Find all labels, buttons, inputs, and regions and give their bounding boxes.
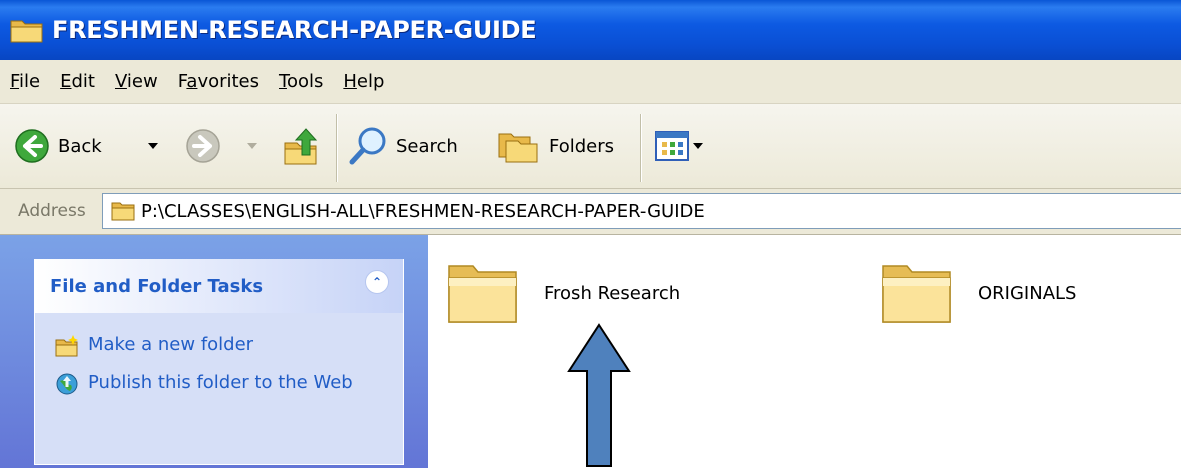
toolbar-separator — [640, 114, 642, 182]
address-bar: Address P:\CLASSES\ENGLISH-ALL\FRESHMEN-… — [0, 189, 1181, 235]
forward-button[interactable] — [185, 128, 221, 164]
folder-icon — [882, 265, 951, 323]
annotation-arrow-icon — [567, 323, 631, 467]
address-path: P:\CLASSES\ENGLISH-ALL\FRESHMEN-RESEARCH… — [141, 200, 705, 222]
menu-view[interactable]: View — [115, 71, 158, 92]
chevron-down-icon — [148, 143, 158, 149]
chevron-down-icon — [693, 143, 703, 149]
folder-frosh-research[interactable]: Frosh Research — [446, 260, 680, 326]
window-title: FRESHMEN-RESEARCH-PAPER-GUIDE — [52, 16, 537, 44]
back-label: Back — [58, 135, 102, 157]
title-bar[interactable]: FRESHMEN-RESEARCH-PAPER-GUIDE — [0, 0, 1181, 60]
task-panel-title: File and Folder Tasks — [50, 275, 264, 297]
menu-file[interactable]: File — [10, 71, 40, 92]
folder-icon — [448, 265, 517, 323]
search-icon — [349, 127, 386, 165]
publish-web-label: Publish this folder to the Web — [88, 372, 353, 393]
folders-icon — [498, 133, 538, 163]
folder-name: ORIGINALS — [978, 282, 1077, 304]
chevron-down-icon — [247, 143, 257, 149]
folder-name: Frosh Research — [544, 282, 681, 304]
toolbar-separator — [336, 114, 338, 182]
forward-dropdown[interactable] — [247, 143, 257, 149]
menu-edit[interactable]: Edit — [60, 71, 95, 92]
folder-icon — [111, 202, 135, 221]
menu-bar: File Edit View Favorites Tools Help — [0, 60, 1181, 104]
address-field[interactable]: P:\CLASSES\ENGLISH-ALL\FRESHMEN-RESEARCH… — [102, 193, 1181, 229]
menu-favorites[interactable]: Favorites — [178, 71, 259, 92]
toolbar: Back Search Folders — [0, 104, 1181, 189]
folders-button[interactable]: Folders — [497, 128, 614, 164]
folder-originals[interactable]: ORIGINALS — [880, 260, 1076, 326]
folders-label: Folders — [549, 135, 615, 157]
make-new-folder-link[interactable]: Make a new folder — [55, 334, 253, 358]
menu-tools[interactable]: Tools — [279, 71, 323, 92]
search-button[interactable]: Search — [348, 126, 458, 166]
back-button[interactable]: Back — [14, 128, 102, 164]
views-button[interactable] — [655, 131, 703, 161]
back-dropdown[interactable] — [148, 143, 158, 149]
publish-web-icon — [56, 373, 78, 395]
address-label: Address — [18, 201, 86, 221]
up-folder-icon — [284, 128, 318, 165]
task-panel-header[interactable]: File and Folder Tasks ⌃ — [35, 259, 403, 313]
make-new-folder-label: Make a new folder — [88, 334, 254, 355]
forward-arrow-icon — [186, 129, 220, 163]
new-folder-icon — [55, 335, 78, 357]
up-folder-button[interactable] — [282, 125, 322, 167]
publish-web-link[interactable]: Publish this folder to the Web — [55, 372, 355, 396]
views-icon — [655, 131, 689, 161]
file-folder-tasks-panel: File and Folder Tasks ⌃ Make a new folde… — [34, 259, 404, 465]
collapse-chevron-icon[interactable]: ⌃ — [365, 270, 389, 294]
search-label: Search — [396, 135, 458, 157]
task-pane: File and Folder Tasks ⌃ Make a new folde… — [0, 235, 428, 468]
folder-icon — [10, 20, 43, 43]
back-arrow-icon — [15, 129, 49, 163]
menu-help[interactable]: Help — [343, 71, 384, 92]
